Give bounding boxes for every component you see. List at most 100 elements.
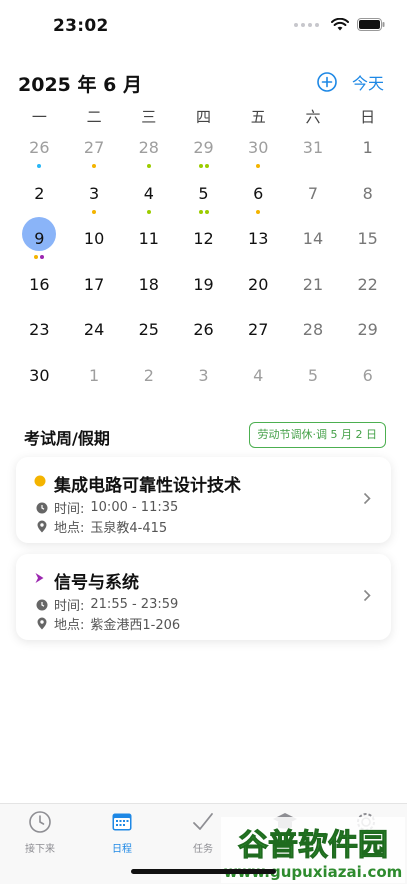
tab-label: 日程 xyxy=(112,844,132,855)
day-number: 31 xyxy=(302,138,324,157)
weekday-label: 二 xyxy=(86,108,102,126)
day-number: 7 xyxy=(307,183,319,203)
calendar-day[interactable]: 6 xyxy=(340,358,395,404)
calendar-day[interactable]: 8 xyxy=(340,176,395,222)
weekday-label: 六 xyxy=(305,108,321,126)
calendar-day[interactable]: 4 xyxy=(231,358,286,404)
calendar-day[interactable]: 26 xyxy=(12,130,67,176)
event-place-label: 地点: xyxy=(54,618,85,633)
event-dot xyxy=(92,164,97,168)
day-number: 27 xyxy=(248,320,269,339)
day-number: 4 xyxy=(143,183,154,203)
event-dot xyxy=(204,209,209,214)
today-button[interactable]: 今天 xyxy=(352,70,384,94)
calendar-day[interactable]: 6 xyxy=(231,176,286,222)
calendar-day[interactable]: 16 xyxy=(12,267,67,313)
section-title: 考试周/假期 xyxy=(24,429,110,448)
calendar-day[interactable]: 24 xyxy=(67,312,122,358)
tab-upcoming[interactable]: 接下来 xyxy=(10,810,70,855)
svg-text:谷普软件园: 谷普软件园 xyxy=(238,828,388,863)
event-dot xyxy=(204,164,209,168)
weekday-label: 日 xyxy=(360,108,376,126)
calendar-day[interactable]: 27 xyxy=(231,312,286,358)
event-time: 21:55 - 23:59 xyxy=(90,597,179,612)
calendar-day[interactable]: 25 xyxy=(121,312,176,358)
calendar-day[interactable]: 20 xyxy=(231,267,286,313)
event-dot xyxy=(256,209,261,214)
calendar-day[interactable]: 29 xyxy=(340,312,395,358)
calendar-day[interactable]: 29 xyxy=(176,130,231,176)
day-number: 23 xyxy=(29,320,50,339)
status-time: 23:02 xyxy=(53,16,109,36)
calendar-day-selected[interactable]: 9 xyxy=(12,217,67,267)
clock-icon xyxy=(29,811,51,833)
calendar-day[interactable]: 15 xyxy=(340,221,395,267)
calendar-day[interactable]: 18 xyxy=(121,267,176,313)
weekday-header: 一 二 三 四 五 六 日 xyxy=(12,106,395,128)
location-pin-icon xyxy=(37,520,47,533)
calendar-week-row: 23 24 25 26 27 28 29 xyxy=(12,312,395,358)
day-number: 27 xyxy=(83,138,105,157)
calendar-day[interactable]: 3 xyxy=(67,176,122,222)
day-number: 21 xyxy=(302,274,324,294)
day-number: 6 xyxy=(253,183,264,203)
calendar-day[interactable]: 30 xyxy=(12,358,67,404)
calendar-day[interactable]: 30 xyxy=(231,130,286,176)
calendar-day[interactable]: 14 xyxy=(286,221,341,267)
event-card[interactable]: 信号与系统 时间: 21:55 - 23:59 地点: 紫金港西1-206 xyxy=(16,554,391,640)
calendar-day[interactable]: 31 xyxy=(286,130,341,176)
event-chevron-marker-icon xyxy=(35,573,44,583)
event-card[interactable]: 集成电路可靠性设计技术 时间: 10:00 - 11:35 地点: 玉泉教4-415 xyxy=(16,457,391,543)
event-dot xyxy=(198,209,203,214)
calendar-day[interactable]: 5 xyxy=(176,176,231,222)
event-dot xyxy=(37,164,42,168)
calendar-week-row: 9 10 11 12 13 14 15 xyxy=(12,217,395,267)
calendar-day[interactable]: 21 xyxy=(286,267,341,313)
event-dots xyxy=(67,164,122,169)
day-number: 3 xyxy=(88,183,100,203)
calendar-day[interactable]: 1 xyxy=(67,358,122,404)
battery-icon xyxy=(357,18,385,31)
calendar-day[interactable]: 10 xyxy=(67,221,122,267)
calendar-day[interactable]: 13 xyxy=(231,221,286,267)
day-number: 19 xyxy=(193,274,214,294)
calendar-day[interactable]: 28 xyxy=(121,130,176,176)
calendar-day[interactable]: 27 xyxy=(67,130,122,176)
event-dot xyxy=(198,164,203,168)
status-icons xyxy=(294,18,385,31)
calendar-day[interactable]: 11 xyxy=(121,221,176,267)
day-number: 9 xyxy=(34,229,45,248)
event-time-label: 时间: xyxy=(54,599,85,614)
event-dot xyxy=(40,255,45,259)
calendar-day[interactable]: 7 xyxy=(286,176,341,222)
calendar-day[interactable]: 19 xyxy=(176,267,231,313)
day-number: 6 xyxy=(362,365,373,385)
calendar-day[interactable]: 2 xyxy=(12,176,67,222)
check-icon xyxy=(193,813,213,830)
calendar-day[interactable]: 17 xyxy=(67,267,122,313)
calendar-day[interactable]: 26 xyxy=(176,312,231,358)
clock-icon xyxy=(36,502,48,513)
day-number: 30 xyxy=(29,365,50,385)
calendar-day[interactable]: 2 xyxy=(121,358,176,404)
weekday-label: 五 xyxy=(250,108,266,126)
holiday-badge[interactable]: 劳动节调休·调 5 月 2 日 xyxy=(248,422,386,448)
calendar-day[interactable]: 5 xyxy=(286,358,341,404)
calendar-day[interactable]: 22 xyxy=(340,267,395,313)
calendar-day[interactable]: 23 xyxy=(12,312,67,358)
month-title: 2025 年 6 月 xyxy=(18,74,142,96)
day-number: 29 xyxy=(357,320,378,339)
chevron-right-icon xyxy=(363,492,371,505)
day-number: 28 xyxy=(138,138,159,157)
tab-schedule[interactable]: 日程 xyxy=(92,810,152,855)
calendar-day[interactable]: 3 xyxy=(176,358,231,404)
add-event-icon[interactable] xyxy=(315,70,339,94)
calendar-day[interactable]: 1 xyxy=(340,130,395,176)
calendar-day[interactable]: 4 xyxy=(121,176,176,222)
event-dots xyxy=(121,209,176,215)
day-number: 29 xyxy=(193,138,214,157)
calendar-day[interactable]: 28 xyxy=(286,312,341,358)
calendar-day[interactable]: 12 xyxy=(176,221,231,267)
event-dots xyxy=(231,164,286,169)
event-place-label: 地点: xyxy=(54,521,85,536)
